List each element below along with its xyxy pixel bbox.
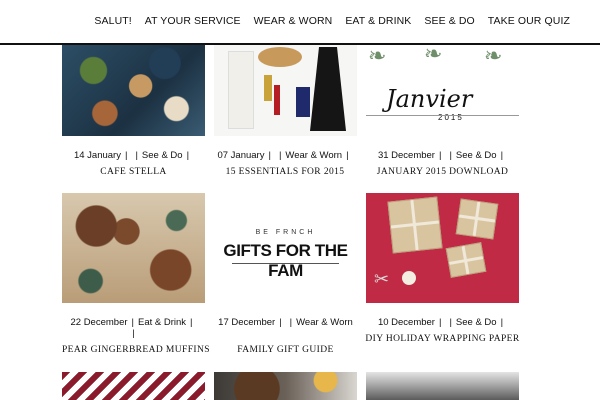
post-grid: ❧ ❧ ❧ Janvier 2015 14 January | | See & Do |… xyxy=(0,0,600,400)
category-link[interactable]: Eat & Drink xyxy=(138,317,186,328)
post-thumbnail-dinner[interactable] xyxy=(214,372,357,400)
nav-item-at-your-service[interactable]: AT YOUR SERVICE xyxy=(145,15,241,27)
post-title-wrapping-paper[interactable]: DIY HOLIDAY WRAPPING PAPER xyxy=(356,334,529,344)
post-meta-gift-guide: 17 December | | Wear & Worn xyxy=(218,317,353,328)
nav-item-eat-and-drink[interactable]: EAT & DRINK xyxy=(345,15,411,27)
brand-text: BE FRNCH xyxy=(255,229,316,236)
category-link[interactable]: Wear & Worn xyxy=(296,317,353,328)
post-title-gift-guide[interactable]: FAMILY GIFT GUIDE xyxy=(214,345,357,355)
gift-graphic-title: GIFTS FOR THE FAM xyxy=(223,241,348,280)
category-link[interactable]: See & Do xyxy=(142,150,183,161)
post-meta-wrapping-paper: 10 December | | See & Do | xyxy=(377,317,504,328)
nav-item-salut[interactable]: SALUT! xyxy=(94,15,131,27)
scissors-icon: ✂ xyxy=(374,269,390,289)
post-title-15-essentials[interactable]: 15 ESSENTIALS FOR 2015 xyxy=(210,167,360,177)
nav-item-wear-and-worn[interactable]: WEAR & WORN xyxy=(254,15,333,27)
post-thumbnail-muffins[interactable] xyxy=(62,193,205,303)
post-thumbnail-wrapping-paper[interactable]: ✂ xyxy=(366,193,519,303)
leaf-icon: ❧ xyxy=(368,45,387,68)
post-meta-cafe-stella: 14 January | | See & Do | xyxy=(73,150,190,161)
post-title-cafe-stella[interactable]: CAFE STELLA xyxy=(62,167,205,177)
post-thumbnail-janvier-2015[interactable]: ❧ ❧ ❧ Janvier 2015 xyxy=(366,45,519,136)
post-thumbnail-street[interactable] xyxy=(366,372,519,400)
leaf-icon: ❧ xyxy=(424,45,443,66)
nav-item-take-our-quiz[interactable]: TAKE OUR QUIZ xyxy=(488,15,570,27)
post-meta-janvier: 31 December | | See & Do | xyxy=(377,150,504,161)
top-navigation: SALUT! AT YOUR SERVICE WEAR & WORN EAT &… xyxy=(0,0,600,45)
post-meta-15-essentials: 07 January | | Wear & Worn | xyxy=(217,150,349,161)
post-thumbnail-gift-guide[interactable]: BE FRNCH GIFTS FOR THE FAM xyxy=(214,193,357,303)
post-thumbnail-cafe-stella[interactable] xyxy=(62,45,205,136)
category-link[interactable]: Wear & Worn xyxy=(285,150,342,161)
janvier-script-text: Janvier xyxy=(386,85,473,113)
post-title-muffins[interactable]: PEAR GINGERBREAD MUFFINS xyxy=(62,345,210,355)
nav-item-see-and-do[interactable]: SEE & DO xyxy=(424,15,474,27)
post-thumbnail-stripes[interactable] xyxy=(62,372,205,400)
post-meta-muffins: 22 December | Eat & Drink | | xyxy=(70,317,193,339)
leaf-icon: ❧ xyxy=(484,45,503,68)
post-title-janvier[interactable]: JANUARY 2015 DOWNLOAD xyxy=(366,167,519,177)
category-link[interactable]: See & Do xyxy=(456,150,497,161)
category-link[interactable]: See & Do xyxy=(456,317,497,328)
post-thumbnail-15-essentials[interactable] xyxy=(214,45,357,136)
